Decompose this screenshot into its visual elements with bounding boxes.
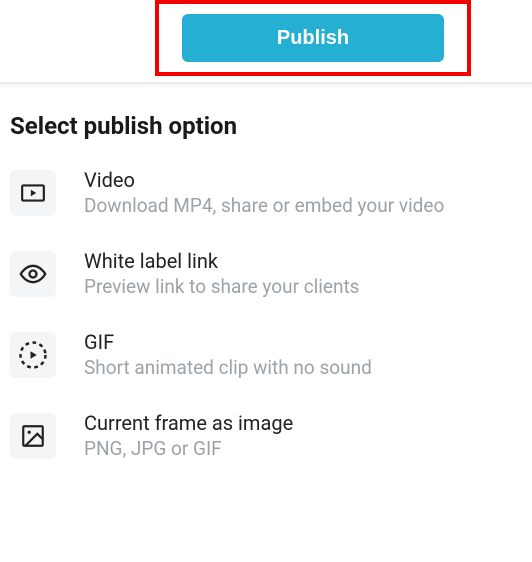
option-desc: PNG, JPG or GIF [84, 437, 293, 460]
dashed-play-icon [10, 332, 56, 378]
publish-options-panel: Select publish option Video Download MP4… [0, 88, 532, 460]
option-list: Video Download MP4, share or embed your … [10, 168, 522, 460]
option-title: Video [84, 168, 444, 192]
option-title: GIF [84, 330, 372, 354]
option-gif[interactable]: GIF Short animated clip with no sound [10, 330, 522, 379]
publish-highlight: Publish [155, 0, 471, 76]
option-current-frame[interactable]: Current frame as image PNG, JPG or GIF [10, 411, 522, 460]
option-desc: Preview link to share your clients [84, 275, 360, 298]
option-white-label[interactable]: White label link Preview link to share y… [10, 249, 522, 298]
section-title: Select publish option [10, 112, 522, 140]
option-video[interactable]: Video Download MP4, share or embed your … [10, 168, 522, 217]
publish-button[interactable]: Publish [182, 14, 444, 62]
eye-icon [10, 251, 56, 297]
image-icon [10, 413, 56, 459]
top-bar: Publish [0, 0, 532, 82]
video-play-icon [10, 170, 56, 216]
option-title: White label link [84, 249, 360, 273]
option-desc: Short animated clip with no sound [84, 356, 372, 379]
option-desc: Download MP4, share or embed your video [84, 194, 444, 217]
option-title: Current frame as image [84, 411, 293, 435]
